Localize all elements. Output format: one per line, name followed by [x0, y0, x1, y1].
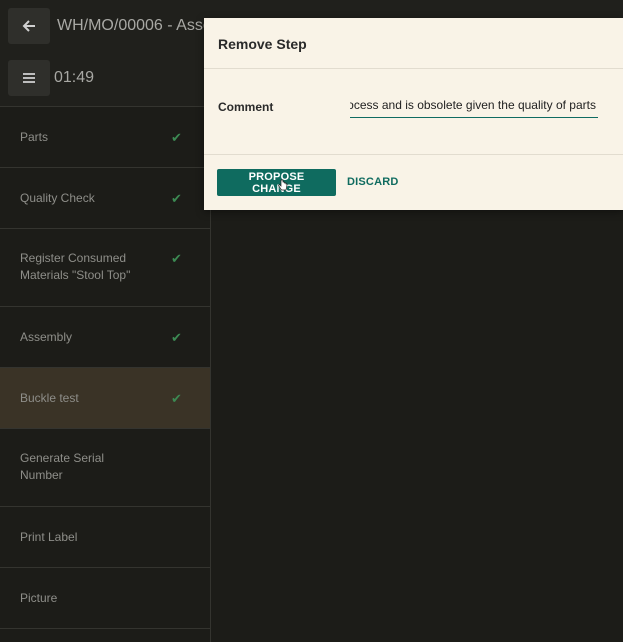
dialog-title: Remove Step — [218, 36, 307, 52]
back-button[interactable] — [8, 8, 50, 44]
step-label: Buckle test — [20, 391, 79, 405]
page-title: WH/MO/00006 - Asse — [57, 17, 212, 34]
step-label: Picture — [20, 591, 58, 605]
step-label: Generate Serial Number — [20, 451, 105, 482]
check-icon: ✔ — [171, 251, 182, 266]
step-label: Quality Check — [20, 191, 95, 205]
step-item-quality-check[interactable]: Quality Check ✔ — [0, 168, 210, 229]
step-item-print-label[interactable]: Print Label — [0, 507, 210, 568]
menu-button[interactable] — [8, 60, 50, 96]
step-label: Print Label — [20, 530, 78, 544]
step-item-assembly[interactable]: Assembly ✔ — [0, 307, 210, 368]
propose-change-button[interactable]: PROPOSE CHANGE — [217, 169, 336, 196]
discard-button[interactable]: DISCARD — [347, 176, 399, 188]
step-item-picture[interactable]: Picture — [0, 568, 210, 629]
step-label: Assembly — [20, 330, 73, 344]
check-icon: ✔ — [171, 391, 182, 406]
divider — [204, 154, 623, 155]
step-item-buckle-test[interactable]: Buckle test ✔ — [0, 368, 210, 429]
check-icon: ✔ — [171, 330, 182, 345]
check-icon: ✔ — [171, 191, 182, 206]
remove-step-dialog: Remove Step Comment rocess and is obsole… — [204, 18, 623, 210]
step-item-parts[interactable]: Parts ✔ — [0, 107, 210, 168]
step-label: Register Consumed Materials "Stool Top" — [20, 251, 131, 282]
comment-input[interactable]: rocess and is obsolete given the quality… — [350, 98, 598, 118]
comment-value: rocess and is obsolete given the quality… — [350, 98, 596, 112]
steps-sidebar: Parts ✔ Quality Check ✔ Register Consume… — [0, 106, 211, 642]
hand-cursor-icon — [278, 179, 288, 191]
step-item-generate-serial[interactable]: Generate Serial Number — [0, 429, 210, 507]
divider — [204, 68, 623, 69]
step-item-register-consumed[interactable]: Register Consumed Materials "Stool Top" … — [0, 229, 210, 307]
check-icon: ✔ — [171, 130, 182, 145]
hamburger-icon — [23, 73, 35, 83]
step-label: Parts — [20, 130, 49, 144]
comment-label: Comment — [218, 100, 274, 114]
arrow-left-icon — [22, 20, 35, 32]
timer: 01:49 — [54, 69, 95, 86]
